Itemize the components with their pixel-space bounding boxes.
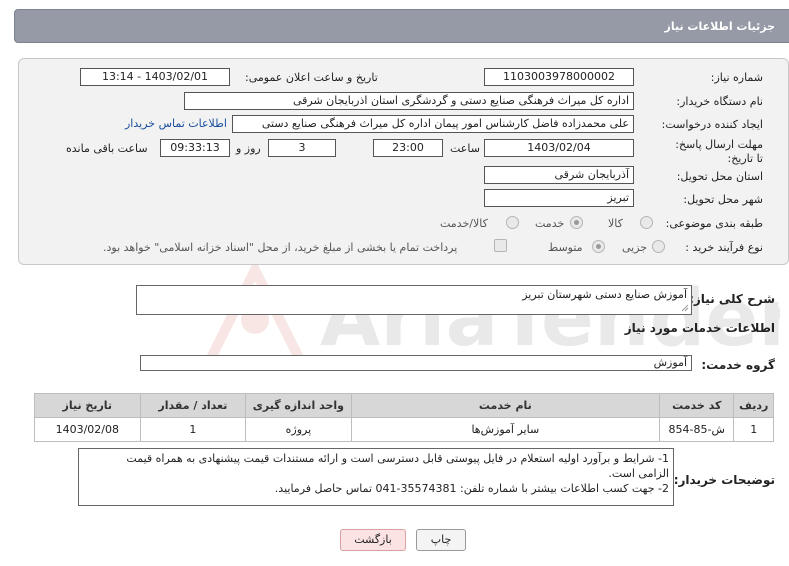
summary-textarea[interactable]: آموزش صنایع دستی شهرستان تبریز (136, 285, 692, 315)
services-section-title: اطلاعات خدمات مورد نیاز (624, 321, 775, 335)
cell-unit: پروژه (245, 417, 352, 442)
page-title: جزئیات اطلاعات نیاز (664, 20, 776, 33)
cell-service-name: سایر آموزش‌ها (350, 417, 660, 442)
col-header-service-code: کد خدمت (658, 393, 735, 418)
page-header: جزئیات اطلاعات نیاز (14, 9, 789, 43)
buyer-notes-line-2: الزامی است. (608, 467, 669, 480)
table-header-row: ردیف کد خدمت نام خدمت واحد اندازه گیری ت… (34, 393, 774, 418)
cell-row-number: 1 (733, 417, 774, 442)
category-option-goods-service: کالا/خدمت (440, 217, 488, 230)
remaining-time-label: ساعت باقی مانده (66, 142, 148, 155)
category-option-service: خدمت (535, 217, 565, 230)
buyer-notes-textarea[interactable]: 1- شرایط و برآورد اولیه استعلام در فایل … (78, 448, 674, 506)
col-header-need-date: تاریخ نیاز (34, 393, 141, 418)
cell-service-code: ش-85-854 (658, 417, 735, 442)
deadline-time-field[interactable]: 23:00 (373, 139, 443, 157)
category-radio-service[interactable] (570, 216, 583, 229)
service-group-field[interactable]: آموزش (140, 355, 692, 371)
days-remaining-field[interactable]: 3 (268, 139, 336, 157)
delivery-province-field[interactable]: آذربایجان شرقی (484, 166, 634, 184)
announce-datetime-field[interactable]: 1403/02/01 - 13:14 (80, 68, 230, 86)
treasury-payment-note: پرداخت تمام یا بخشی از مبلغ خرید، از محل… (103, 241, 458, 254)
back-button[interactable]: بازگشت (340, 529, 406, 551)
buyer-notes-label: توضیحات خریدار: (673, 473, 775, 487)
summary-text: آموزش صنایع دستی شهرستان تبریز (522, 288, 687, 301)
print-button[interactable]: چاپ (416, 529, 466, 551)
service-group-label: گروه خدمت: (701, 358, 775, 372)
deadline-time-label: ساعت (450, 142, 480, 155)
deadline-date-field[interactable]: 1403/02/04 (484, 139, 634, 157)
need-number-label: شماره نیاز: (710, 71, 763, 84)
deadline-label: مهلت ارسال پاسخ: تا تاریخ: (675, 138, 763, 165)
resize-grip-icon[interactable] (681, 304, 689, 312)
col-header-row-number: ردیف (733, 393, 774, 418)
buyer-org-field[interactable]: اداره کل میراث فرهنگی صنایع دستی و گردشگ… (184, 92, 634, 110)
process-option-medium: متوسط (548, 241, 583, 254)
category-label: طبقه بندی موضوعی: (665, 217, 763, 230)
cell-quantity: 1 (139, 417, 247, 442)
need-number-field[interactable]: 1103003978000002 (484, 68, 634, 86)
requester-label: ایجاد کننده درخواست: (661, 118, 763, 131)
col-header-quantity: تعداد / مقدار (139, 393, 247, 418)
delivery-city-label: شهر محل تحویل: (683, 193, 763, 206)
delivery-city-field[interactable]: تبریز (484, 189, 634, 207)
buyer-notes-line-3: 2- جهت کسب اطلاعات بیشتر با شماره تلفن: … (274, 482, 669, 495)
buyer-org-label: نام دستگاه خریدار: (676, 95, 763, 108)
col-header-unit: واحد اندازه گیری (245, 393, 352, 418)
services-table: ردیف کد خدمت نام خدمت واحد اندازه گیری ت… (34, 393, 774, 442)
remaining-time-field[interactable]: 09:33:13 (160, 139, 230, 157)
cell-need-date: 1403/02/08 (34, 417, 141, 442)
category-radio-goods-service[interactable] (506, 216, 519, 229)
col-header-service-name: نام خدمت (350, 393, 660, 418)
category-option-goods: کالا (608, 217, 623, 230)
category-radio-goods[interactable] (640, 216, 653, 229)
purchase-process-label: نوع فرآیند خرید : (685, 241, 763, 254)
process-option-minor: جزیی (622, 241, 648, 254)
buyer-notes-line-1: 1- شرایط و برآورد اولیه استعلام در فایل … (126, 452, 669, 465)
announce-datetime-label: تاریخ و ساعت اعلان عمومی: (245, 71, 378, 84)
summary-label: شرح کلی نیاز: (689, 292, 775, 306)
delivery-province-label: استان محل تحویل: (676, 170, 763, 183)
treasury-payment-checkbox[interactable] (494, 239, 507, 252)
table-row[interactable]: 1 ش-85-854 سایر آموزش‌ها پروژه 1 1403/02… (34, 417, 774, 442)
process-radio-medium[interactable] (592, 240, 605, 253)
process-radio-minor[interactable] (652, 240, 665, 253)
buyer-contact-link[interactable]: اطلاعات تماس خریدار (125, 117, 227, 130)
requester-field[interactable]: علی محمدزاده فاضل کارشناس امور پیمان ادا… (232, 115, 634, 133)
days-label: روز و (236, 142, 261, 155)
